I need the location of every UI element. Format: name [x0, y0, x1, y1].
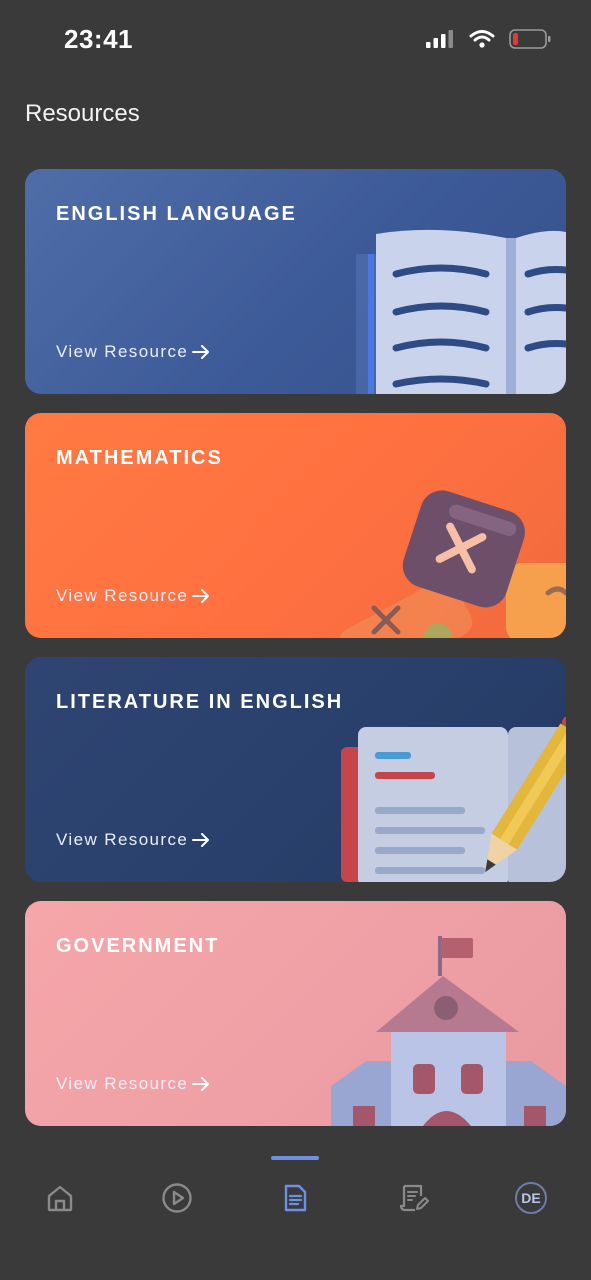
- nav-item-home[interactable]: [40, 1178, 80, 1218]
- resource-card-government[interactable]: GOVERNMENT View Resource: [25, 901, 566, 1126]
- arrow-right-icon: [192, 1077, 210, 1091]
- resource-card-mathematics[interactable]: MATHEMATICS View Resource: [25, 413, 566, 638]
- resource-card-literature-in-english[interactable]: LITERATURE IN ENGLISH View Resource: [25, 657, 566, 882]
- nav-item-resources[interactable]: [275, 1178, 315, 1218]
- nav-item-profile[interactable]: DE: [511, 1178, 551, 1218]
- document-icon: [284, 1184, 307, 1212]
- view-resource-label: View Resource: [56, 830, 189, 849]
- arrow-right-icon: [192, 345, 210, 359]
- view-resource-label: View Resource: [56, 1074, 189, 1093]
- calculator-icon: [339, 490, 566, 638]
- card-title: MATHEMATICS: [56, 447, 223, 469]
- arrow-right-icon: [192, 833, 210, 847]
- view-resource-link[interactable]: View Resource: [56, 830, 210, 850]
- home-icon: [47, 1185, 73, 1212]
- bottom-nav: DE: [0, 1140, 591, 1280]
- edit-document-icon: [399, 1184, 429, 1212]
- view-resource-link[interactable]: View Resource: [56, 586, 210, 606]
- nav-item-videos[interactable]: [157, 1178, 197, 1218]
- card-title: GOVERNMENT: [56, 935, 220, 957]
- signal-icon: [426, 30, 453, 48]
- nav-item-exams[interactable]: [393, 1178, 433, 1218]
- resource-card-english-language[interactable]: ENGLISH LANGUAGE View Resource: [25, 169, 566, 394]
- status-icons: [425, 28, 551, 50]
- view-resource-link[interactable]: View Resource: [56, 1074, 210, 1094]
- page-title: Resources: [25, 100, 140, 127]
- view-resource-link[interactable]: View Resource: [56, 342, 210, 362]
- status-bar: 23:41: [0, 0, 591, 80]
- avatar: DE: [515, 1182, 547, 1214]
- view-resource-label: View Resource: [56, 586, 189, 605]
- card-title: ENGLISH LANGUAGE: [56, 203, 297, 225]
- government-building-icon: [331, 936, 566, 1126]
- open-book-icon: [356, 229, 566, 394]
- arrow-right-icon: [192, 589, 210, 603]
- view-resource-label: View Resource: [56, 342, 189, 361]
- battery-low-icon: [509, 29, 551, 49]
- play-circle-icon: [162, 1183, 192, 1213]
- notebook-pencil-icon: [341, 717, 566, 882]
- active-tab-indicator: [271, 1156, 319, 1160]
- card-title: LITERATURE IN ENGLISH: [56, 691, 344, 713]
- status-time: 23:41: [64, 24, 133, 54]
- wifi-icon: [469, 30, 495, 48]
